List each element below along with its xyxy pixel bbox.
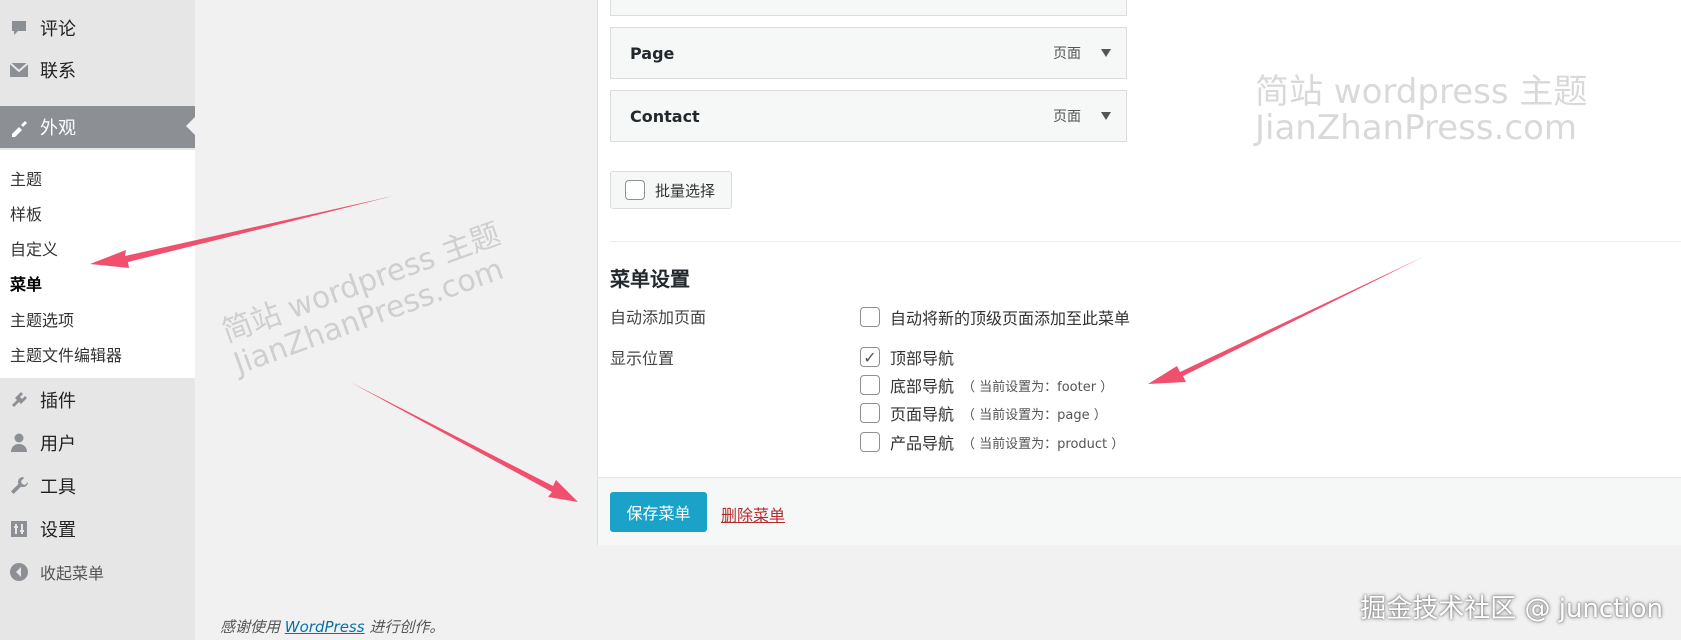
location-option-page[interactable]: 页面导航 （ 当前设置为：page ） — [860, 401, 1107, 425]
location-product-checkbox[interactable] — [860, 432, 880, 452]
plugin-icon — [8, 389, 30, 411]
location-note: （ 当前设置为：product ） — [962, 436, 1125, 452]
comment-icon — [8, 17, 30, 39]
location-option-footer[interactable]: 底部导航 （ 当前设置为：footer ） — [860, 373, 1113, 397]
display-location-label: 显示位置 — [610, 349, 675, 368]
bulk-select-button[interactable]: 批量选择 — [610, 171, 732, 209]
wordpress-link[interactable]: WordPress — [285, 618, 365, 636]
sidebar-item-comments[interactable]: 评论 — [0, 8, 195, 48]
footer-credit: 感谢使用 WordPress 进行创作。 — [220, 616, 444, 637]
sidebar-item-label: 联系 — [40, 61, 76, 82]
sidebar-item-label: 插件 — [40, 391, 76, 412]
chevron-down-icon[interactable] — [1101, 49, 1111, 57]
menu-item-title: Page — [630, 43, 675, 63]
menu-item-contact[interactable]: Contact 页面 — [610, 90, 1127, 142]
submenu-item-patterns[interactable]: 样板 — [10, 201, 42, 225]
arrow-to-save — [350, 382, 578, 502]
footer-suffix: 进行创作。 — [369, 618, 445, 636]
sidebar-item-label: 用户 — [40, 434, 76, 455]
submenu-item-theme-editor[interactable]: 主题文件编辑器 — [10, 342, 122, 366]
sidebar-item-label: 评论 — [40, 19, 76, 40]
submenu-item-menus[interactable]: 菜单 — [10, 271, 42, 295]
sidebar-item-plugins[interactable]: 插件 — [0, 380, 195, 420]
bulk-select-label: 批量选择 — [655, 181, 716, 200]
collapse-menu-label: 收起菜单 — [40, 564, 105, 583]
watermark-line1: 简站 wordpress 主题 — [217, 216, 506, 350]
location-note: （ 当前设置为：page ） — [962, 407, 1107, 423]
section-divider — [610, 241, 1681, 242]
admin-sidebar: 评论 联系 外观 主题 样板 自定义 菜单 主题选项 主题文件编辑器 插件 用户 — [0, 0, 195, 640]
auto-add-label: 自动添加页面 — [610, 308, 707, 327]
sidebar-item-settings[interactable]: 设置 — [0, 509, 195, 549]
settings-icon — [8, 518, 30, 540]
sidebar-item-tools[interactable]: 工具 — [0, 466, 195, 506]
location-option-top[interactable]: ✓ 顶部导航 — [860, 345, 962, 369]
menu-item-type: 页面 — [1053, 109, 1081, 125]
appearance-icon — [8, 116, 30, 138]
location-top-checkbox[interactable]: ✓ — [860, 347, 880, 367]
menu-settings-title: 菜单设置 — [610, 267, 690, 291]
submenu-item-theme-options[interactable]: 主题选项 — [10, 307, 74, 331]
submenu-item-themes[interactable]: 主题 — [10, 166, 42, 190]
location-option-product[interactable]: 产品导航 （ 当前设置为：product ） — [860, 430, 1124, 454]
delete-menu-link[interactable]: 删除菜单 — [721, 502, 785, 526]
auto-add-option[interactable]: 自动将新的顶级页面添加至此菜单 — [860, 305, 1130, 329]
sidebar-item-label: 设置 — [40, 520, 76, 541]
collapse-arrow-icon — [8, 561, 30, 583]
juejin-watermark: 掘金技术社区 @ junction — [1360, 594, 1663, 624]
menu-item-box-partial[interactable] — [610, 0, 1127, 16]
sidebar-item-label: 工具 — [40, 477, 76, 498]
location-note: （ 当前设置为：footer ） — [962, 379, 1114, 395]
user-icon — [8, 432, 30, 454]
menu-item-page[interactable]: Page 页面 — [610, 27, 1127, 79]
menu-item-title: Contact — [630, 106, 700, 126]
auto-add-checkbox[interactable] — [860, 307, 880, 327]
watermark-left: 简站 wordpress 主题 JianZhanPress.com — [217, 216, 517, 382]
auto-add-option-label: 自动将新的顶级页面添加至此菜单 — [890, 309, 1131, 328]
sidebar-item-appearance[interactable]: 外观 — [0, 106, 195, 148]
location-label: 顶部导航 — [890, 349, 955, 368]
chevron-down-icon[interactable] — [1101, 112, 1111, 120]
menu-actions-bar: 保存菜单 删除菜单 — [598, 477, 1681, 545]
submenu-item-customize[interactable]: 自定义 — [10, 236, 58, 260]
collapse-menu-button[interactable]: 收起菜单 — [0, 552, 195, 592]
mail-icon — [8, 59, 30, 81]
appearance-submenu: 主题 样板 自定义 菜单 主题选项 主题文件编辑器 — [0, 150, 195, 378]
location-label: 底部导航 — [890, 377, 955, 396]
menu-item-type: 页面 — [1053, 46, 1081, 62]
save-menu-button[interactable]: 保存菜单 — [610, 492, 707, 532]
location-label: 产品导航 — [890, 434, 955, 453]
watermark-line2: JianZhanPress.com — [229, 251, 509, 382]
bulk-select-checkbox[interactable] — [625, 180, 645, 200]
checkmark-icon: ✓ — [863, 347, 877, 367]
footer-prefix: 感谢使用 — [220, 618, 281, 636]
location-footer-checkbox[interactable] — [860, 375, 880, 395]
sidebar-item-users[interactable]: 用户 — [0, 423, 195, 463]
sidebar-item-label: 外观 — [40, 118, 76, 139]
menu-editor-panel: Page 页面 Contact 页面 批量选择 菜单设置 自动添加页面 自动将新… — [597, 0, 1681, 545]
location-label: 页面导航 — [890, 405, 955, 424]
wrench-icon — [8, 475, 30, 497]
location-page-checkbox[interactable] — [860, 403, 880, 423]
sidebar-item-contact[interactable]: 联系 — [0, 50, 195, 90]
